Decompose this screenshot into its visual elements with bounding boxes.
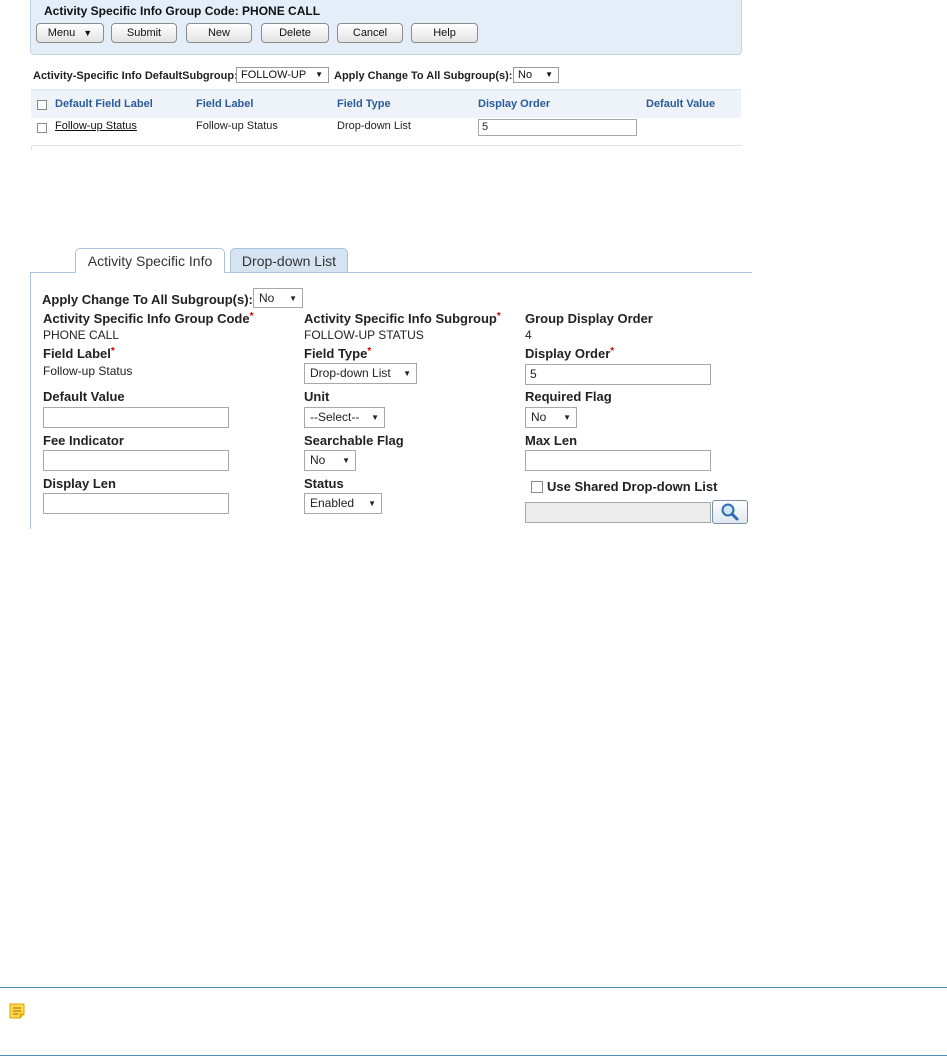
group-display-order-value: 4 <box>525 328 532 342</box>
field-type-select[interactable]: Drop-down List ▼ <box>304 363 417 384</box>
group-title: Activity Specific Info Group Code: PHONE… <box>44 4 321 18</box>
column-header-field-label[interactable]: Field Label <box>196 98 253 110</box>
use-shared-label: Use Shared Drop-down List <box>547 479 718 494</box>
display-order-label-text: Display Order <box>525 346 611 361</box>
shared-list-input[interactable] <box>525 502 711 523</box>
row-field-label: Follow-up Status <box>196 120 278 132</box>
help-button[interactable]: Help <box>411 23 478 43</box>
apply-change-value: No <box>518 69 533 81</box>
default-subgroup-label: Activity-Specific Info DefaultSubgroup: <box>33 70 238 82</box>
subgroup-value: FOLLOW-UP STATUS <box>304 328 424 342</box>
unit-label: Unit <box>304 389 330 404</box>
menu-button-label: Menu <box>47 27 76 39</box>
field-label-label-text: Field Label <box>43 346 111 361</box>
required-marker: * <box>110 346 115 357</box>
lookup-button[interactable] <box>712 500 748 524</box>
display-order-input[interactable]: 5 <box>525 364 711 385</box>
required-flag-value: No <box>531 410 547 424</box>
triangle-down-icon: ▼ <box>545 70 553 79</box>
field-label-label: Field Label* <box>43 346 115 361</box>
magnifier-icon <box>721 503 739 521</box>
apply-change-label: Apply Change To All Subgroup(s): <box>334 70 513 82</box>
subgroup-label: Activity Specific Info Subgroup* <box>304 311 501 326</box>
subgroup-label-text: Activity Specific Info Subgroup <box>304 311 497 326</box>
display-order-label: Display Order* <box>525 346 614 361</box>
triangle-down-icon: ▼ <box>342 456 350 465</box>
grid-header: Default Field Label Field Label Field Ty… <box>31 89 741 118</box>
required-marker: * <box>610 346 615 357</box>
searchable-flag-label: Searchable Flag <box>304 433 404 448</box>
note-bottom-border <box>0 1055 947 1056</box>
triangle-down-icon: ▼ <box>403 369 411 378</box>
row-display-order-input[interactable]: 5 <box>478 119 637 136</box>
tab-drop-down-list[interactable]: Drop-down List <box>230 248 348 273</box>
fee-indicator-label: Fee Indicator <box>43 433 124 448</box>
required-flag-label: Required Flag <box>525 389 612 404</box>
row-field-type: Drop-down List <box>337 120 411 132</box>
apply-change-all-select[interactable]: No ▼ <box>253 288 303 308</box>
group-code-label: Activity Specific Info Group Code* <box>43 311 253 326</box>
select-all-checkbox[interactable] <box>37 100 47 110</box>
triangle-down-icon: ▼ <box>563 413 571 422</box>
column-header-default-field-label[interactable]: Default Field Label <box>55 98 153 110</box>
group-display-order-label: Group Display Order <box>525 311 653 326</box>
required-marker: * <box>496 311 501 322</box>
column-header-field-type[interactable]: Field Type <box>337 98 391 110</box>
status-value: Enabled <box>310 496 355 510</box>
default-subgroup-select[interactable]: FOLLOW-UP ▼ <box>236 67 329 83</box>
column-header-display-order[interactable]: Display Order <box>478 98 550 110</box>
field-type-label-text: Field Type <box>304 346 368 361</box>
max-len-input[interactable] <box>525 450 711 471</box>
display-len-input[interactable] <box>43 493 229 514</box>
fee-indicator-input[interactable] <box>43 450 229 471</box>
apply-change-all-value: No <box>259 291 275 305</box>
grid-footer <box>31 145 742 150</box>
triangle-down-icon: ▼ <box>315 70 323 79</box>
tab-panel-border <box>30 272 31 529</box>
field-type-label: Field Type* <box>304 346 371 361</box>
unit-select[interactable]: --Select-- ▼ <box>304 407 385 428</box>
required-marker: * <box>249 311 254 322</box>
status-select[interactable]: Enabled ▼ <box>304 493 382 514</box>
triangle-down-icon: ▼ <box>368 499 376 508</box>
max-len-label: Max Len <box>525 433 578 448</box>
required-flag-select[interactable]: No ▼ <box>525 407 577 428</box>
field-type-value: Drop-down List <box>310 366 391 380</box>
tab-activity-specific-info[interactable]: Activity Specific Info <box>75 248 225 273</box>
required-marker: * <box>367 346 372 357</box>
row-default-field-label-link[interactable]: Follow-up Status <box>55 120 137 132</box>
display-len-label: Display Len <box>43 476 116 491</box>
default-value-label: Default Value <box>43 389 125 404</box>
new-button[interactable]: New <box>186 23 252 43</box>
group-code-label-text: Activity Specific Info Group Code <box>43 311 250 326</box>
unit-value: --Select-- <box>310 410 360 424</box>
triangle-down-icon: ▼ <box>289 294 297 303</box>
submit-button[interactable]: Submit <box>111 23 177 43</box>
default-value-input[interactable] <box>43 407 229 428</box>
note-icon <box>8 1002 26 1020</box>
column-header-default-value[interactable]: Default Value <box>646 98 715 110</box>
double-chevron-down-icon: ▼ <box>83 28 93 38</box>
status-label: Status <box>304 476 344 491</box>
menu-button[interactable]: Menu ▼ <box>36 23 104 43</box>
delete-button[interactable]: Delete <box>261 23 329 43</box>
triangle-down-icon: ▼ <box>371 413 379 422</box>
apply-change-select[interactable]: No ▼ <box>513 67 559 83</box>
note-top-border <box>0 987 947 988</box>
use-shared-checkbox[interactable] <box>531 481 543 493</box>
default-subgroup-value: FOLLOW-UP <box>241 69 307 81</box>
apply-change-all-label: Apply Change To All Subgroup(s): <box>42 292 253 307</box>
cancel-button[interactable]: Cancel <box>337 23 403 43</box>
row-checkbox[interactable] <box>37 123 47 133</box>
table-row: Follow-up Status Follow-up Status Drop-d… <box>31 117 741 137</box>
searchable-flag-select[interactable]: No ▼ <box>304 450 356 471</box>
field-label-value: Follow-up Status <box>43 364 133 378</box>
group-code-value: PHONE CALL <box>43 328 120 342</box>
searchable-flag-value: No <box>310 453 326 467</box>
